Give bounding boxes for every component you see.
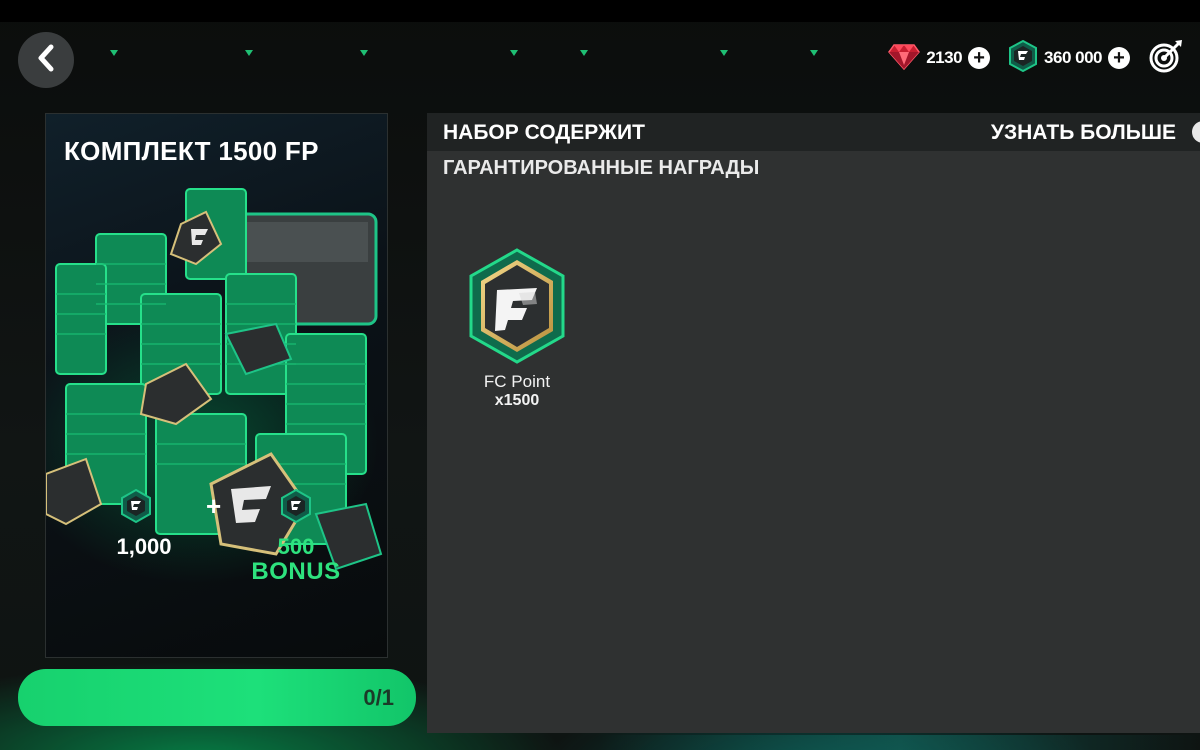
fc-points-icon — [469, 248, 565, 364]
pack-contents-header: НАБОР СОДЕРЖИТ УЗНАТЬ БОЛЬШЕ — [427, 113, 1200, 151]
add-gems-button[interactable]: + — [968, 47, 991, 69]
plus-sign: + — [206, 491, 222, 521]
pack-title: КОМПЛЕКТ 1500 FP — [64, 136, 319, 166]
top-black-strip — [0, 0, 1200, 22]
guaranteed-rewards-title: ГАРАНТИРОВАННЫЕ НАГРАДЫ — [443, 157, 760, 179]
reward-item-fc-points[interactable]: FC Point x1500 — [467, 248, 567, 418]
gems-value: 2130 — [926, 48, 963, 67]
fc-points-icon — [121, 489, 151, 523]
fc-points-icon — [281, 489, 311, 523]
gems-balance: 2130 + — [888, 41, 991, 76]
pack-card[interactable]: КОМПЛЕКТ 1500 FP + 1,000 500 BONUS — [45, 113, 388, 658]
bonus-label: BONUS — [251, 558, 341, 585]
fc-points-icon — [1008, 39, 1038, 77]
chevron-left-icon — [35, 44, 57, 77]
progress-text: 0/1 — [363, 685, 394, 710]
back-button[interactable] — [18, 32, 74, 88]
gem-icon — [888, 41, 921, 76]
learn-more-button[interactable]: УЗНАТЬ БОЛЬШЕ — [991, 121, 1176, 145]
add-fc-points-button[interactable]: + — [1108, 47, 1130, 69]
purchase-progress-button[interactable]: 0/1 — [18, 669, 416, 726]
reward-quantity: x1500 — [494, 392, 540, 409]
bonus-amount: 500 — [277, 534, 315, 559]
target-icon[interactable] — [1148, 38, 1184, 79]
fc-points-value: 360 000 — [1044, 48, 1102, 67]
pack-contents-panel: НАБОР СОДЕРЖИТ УЗНАТЬ БОЛЬШЕ ГАРАНТИРОВА… — [427, 113, 1200, 733]
pack-amounts: + 1,000 500 BONUS — [46, 489, 387, 629]
contains-title: НАБОР СОДЕРЖИТ — [443, 121, 645, 144]
bottom-glow-decoration — [600, 735, 1200, 750]
info-icon[interactable] — [1192, 121, 1200, 143]
fc-points-balance: 360 000 + — [1008, 39, 1130, 77]
base-amount: 1,000 — [116, 534, 172, 559]
currency-bar: 2130 + 360 000 + — [888, 38, 1184, 78]
reward-name: FC Point — [483, 372, 551, 391]
